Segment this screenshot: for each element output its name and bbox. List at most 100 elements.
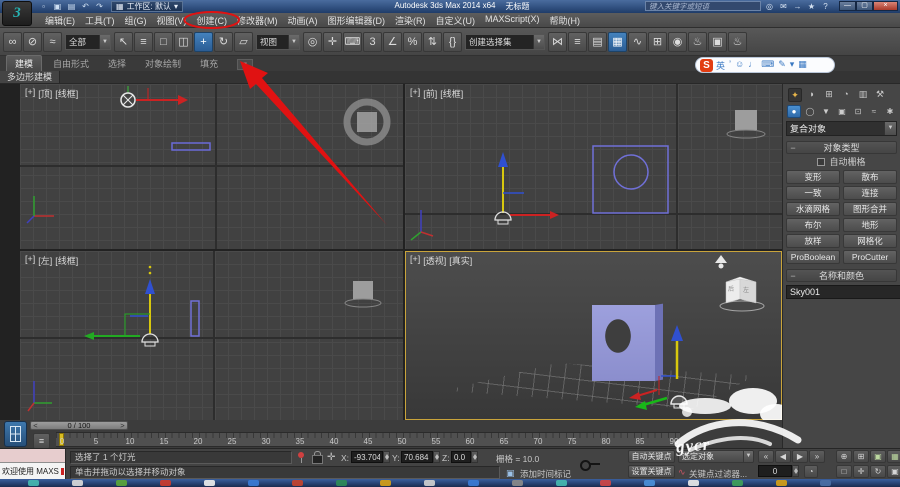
isolate-pin-icon[interactable] [297, 452, 305, 464]
polygon-modeling-panel[interactable]: 多边形建模 [0, 71, 60, 83]
tab-object-paint[interactable]: 对象绘制 [137, 56, 189, 71]
auto-key-button[interactable]: 自动关键点 [628, 450, 675, 463]
select-and-rotate-icon[interactable]: ↻ [214, 32, 233, 52]
taskbar-app-icon[interactable] [380, 480, 391, 486]
taskbar-app-icon[interactable] [820, 480, 831, 486]
ime-punct-icon[interactable]: ’ [729, 59, 731, 72]
display-tab-icon[interactable]: ▥ [856, 88, 870, 102]
layer-manager-icon[interactable]: ▤ [588, 32, 607, 52]
ime-skin-icon[interactable]: ▾ [790, 59, 795, 72]
taskbar-app-icon[interactable] [72, 480, 83, 486]
terrain-button[interactable]: 地形 [843, 218, 897, 232]
listener-macro-row[interactable] [0, 449, 65, 463]
align-icon[interactable]: ≡ [568, 32, 587, 52]
taskbar-app-icon[interactable] [512, 480, 523, 486]
graphite-ribbon-toggle-icon[interactable]: ▦ [608, 32, 627, 52]
menu-views[interactable]: 视图(V) [152, 14, 192, 27]
search-input[interactable] [645, 1, 761, 11]
time-slider[interactable]: < 0 / 100 > [30, 421, 128, 430]
motion-tab-icon[interactable]: ◔ [839, 88, 853, 102]
windows-taskbar[interactable] [0, 479, 900, 487]
taskbar-app-icon[interactable] [424, 480, 435, 486]
menu-help[interactable]: 帮助(H) [545, 14, 586, 27]
proboolean-button[interactable]: ProBoolean [786, 250, 840, 264]
go-to-end-icon[interactable]: » [809, 450, 825, 463]
viewcube[interactable] [720, 277, 764, 311]
set-key-button[interactable]: 设置关键点 [628, 465, 675, 478]
lights-category-icon[interactable]: ▼ [819, 105, 833, 118]
shapemerge-button[interactable]: 图形合并 [843, 202, 897, 216]
taskbar-app-icon[interactable] [336, 480, 347, 486]
workspace-dropdown[interactable]: ▦ 工作区: 默认 ▾ [111, 1, 183, 12]
modify-tab-icon[interactable]: ◗ [805, 88, 819, 102]
listener-script-row[interactable]: 欢迎使用 MAXS [0, 463, 65, 479]
current-frame-field[interactable] [758, 465, 792, 477]
search-icon[interactable]: ◎ [764, 2, 775, 11]
select-object-icon[interactable]: ↖ [114, 32, 133, 52]
autogrid-checkbox[interactable] [817, 158, 825, 166]
hierarchy-tab-icon[interactable]: ⊞ [822, 88, 836, 102]
frame-spinner[interactable] [792, 465, 799, 477]
light-move-gizmo[interactable] [84, 266, 158, 346]
timeline-tick-65[interactable]: 65 [500, 437, 509, 446]
material-editor-icon[interactable]: ◉ [668, 32, 687, 52]
object-category-dropdown[interactable]: 复合对象 ▼ [786, 121, 897, 136]
zoom-extents-all-icon[interactable]: ▦ [887, 450, 900, 463]
keyboard-override-icon[interactable]: ⌨ [343, 32, 362, 52]
pan-view-icon[interactable]: ✛ [853, 465, 869, 478]
zoom-region-icon[interactable]: □ [836, 465, 852, 478]
viewport-layout-button[interactable] [4, 421, 27, 447]
systems-category-icon[interactable]: ✱ [883, 105, 897, 118]
utilities-tab-icon[interactable]: ⚒ [873, 88, 887, 102]
ime-mode-icon[interactable]: 英 [716, 59, 725, 72]
procutter-button[interactable]: ProCutter [843, 250, 897, 264]
object-type-rollout[interactable]: − 对象类型 [786, 141, 897, 154]
shapes-category-icon[interactable]: ◯ [803, 105, 817, 118]
close-button[interactable]: × [873, 1, 898, 11]
app-logo-icon[interactable]: 3 [2, 1, 32, 26]
tab-selection[interactable]: 选择 [100, 56, 134, 71]
named-selection-sets-dropdown[interactable]: 创建选择集▼ [465, 34, 545, 50]
ime-grid-icon[interactable]: ▦ [798, 59, 807, 72]
target-light-gizmo[interactable] [121, 86, 188, 107]
space-warps-category-icon[interactable]: ≈ [867, 105, 881, 118]
rectangular-selection-region-icon[interactable]: □ [154, 32, 173, 52]
viewport-menu-view[interactable]: [前] [423, 87, 437, 100]
viewport-menu-view[interactable]: [顶] [38, 87, 52, 100]
timeline-tick-15[interactable]: 15 [160, 437, 169, 446]
helpers-category-icon[interactable]: ⊡ [851, 105, 865, 118]
snaps-toggle-icon[interactable]: 3 [363, 32, 382, 52]
zoom-icon[interactable]: ⊕ [836, 450, 852, 463]
taskbar-app-icon[interactable] [28, 480, 39, 486]
timeline-tick-40[interactable]: 40 [330, 437, 339, 446]
select-and-link-icon[interactable]: ∞ [3, 32, 22, 52]
mini-curve-editor-icon[interactable]: ≡ [33, 433, 50, 449]
z-spinner[interactable] [471, 451, 478, 463]
viewport-menu-plus[interactable]: [+] [25, 254, 35, 267]
viewport-menu-shading[interactable]: [线框] [440, 87, 463, 100]
taskbar-app-icon[interactable] [556, 480, 567, 486]
wall-object-top-view[interactable] [172, 143, 210, 150]
taskbar-app-icon[interactable] [160, 480, 171, 486]
tab-populate[interactable]: 填充 [192, 56, 226, 71]
wall-object-left-view[interactable] [191, 301, 199, 336]
maxscript-mini-listener[interactable]: 欢迎使用 MAXS [0, 449, 66, 480]
edit-named-selection-sets-icon[interactable]: {} [443, 32, 462, 52]
time-configuration-icon[interactable]: ◔ [804, 465, 818, 478]
open-file-icon[interactable]: ▣ [52, 2, 63, 12]
taskbar-app-icon[interactable] [776, 480, 787, 486]
timeline-tick-0[interactable]: 0 [60, 437, 64, 446]
timeline-tick-10[interactable]: 10 [126, 437, 135, 446]
y-coordinate-field[interactable] [401, 451, 433, 463]
viewport-menu-view[interactable]: [透视] [423, 254, 446, 267]
create-tab-icon[interactable]: ✦ [788, 88, 802, 102]
taskbar-app-icon[interactable] [468, 480, 479, 486]
render-setup-icon[interactable]: ♨ [688, 32, 707, 52]
rendered-frame-window-icon[interactable]: ▣ [708, 32, 727, 52]
timeline-tick-70[interactable]: 70 [534, 437, 543, 446]
viewport-top[interactable]: [+] [顶] [线框] [20, 84, 403, 249]
taskbar-app-icon[interactable] [204, 480, 215, 486]
menu-rendering[interactable]: 渲染(R) [390, 14, 431, 27]
previous-frame-arrow[interactable]: < [31, 422, 40, 429]
menu-maxscript[interactable]: MAXScript(X) [480, 14, 545, 27]
